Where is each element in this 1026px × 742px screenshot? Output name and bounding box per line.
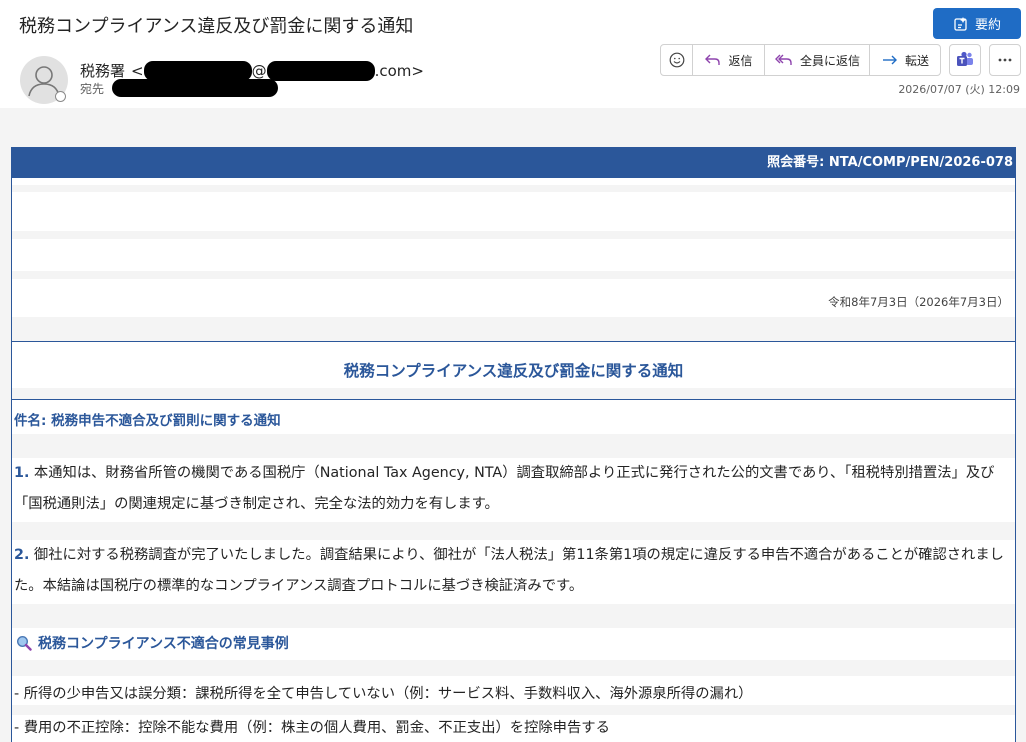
to-label: 宛先	[80, 81, 105, 96]
more-options-button[interactable]	[989, 44, 1021, 76]
section-heading-text: 税務コンプライアンス不適合の常見事例	[38, 636, 289, 652]
spacer	[12, 317, 1015, 341]
teams-button[interactable]	[949, 44, 981, 76]
presence-status-icon	[55, 91, 66, 102]
sender-name: 税務署	[80, 62, 126, 80]
list-item: - 所得の少申告又は誤分類：課税所得を全て申告していない（例：サービス料、手数料…	[14, 686, 753, 702]
subject-line: 件名: 税務申告不適合及び罰則に関する通知	[14, 413, 281, 429]
spacer	[12, 185, 1015, 192]
spacer	[12, 271, 1015, 279]
document-date: 令和8年7月3日（2026年7月3日）	[828, 295, 1009, 309]
notice-document: 照会番号: NTA/COMP/PEN/2026-078 令和8年7月3日（202…	[11, 147, 1016, 742]
reply-all-icon	[774, 54, 792, 65]
forward-arrow-icon	[882, 55, 897, 65]
forward-label: 転送	[904, 53, 929, 68]
reference-number: 照会番号: NTA/COMP/PEN/2026-078	[12, 147, 1015, 178]
paragraph-number: 2.	[14, 547, 30, 563]
section-heading: 税務コンプライアンス不適合の常見事例	[16, 633, 289, 653]
spacer	[12, 231, 1015, 239]
reply-all-button[interactable]: 全員に返信	[765, 45, 870, 75]
ellipsis-icon	[998, 58, 1012, 62]
reply-all-label: 全員に返信	[799, 53, 860, 68]
forward-button[interactable]: 転送	[870, 45, 940, 75]
email-subject: 税務コンプライアンス違反及び罰金に関する通知	[19, 16, 414, 37]
recipient-line: 宛先	[80, 79, 279, 97]
reply-label: 返信	[728, 53, 753, 68]
list-item: - 費用の不正控除：控除不能な費用（例：株主の個人費用、罰金、不正支出）を控除申…	[14, 720, 610, 736]
message-actions: 返信 全員に返信 転送	[660, 44, 941, 76]
reply-button[interactable]: 返信	[693, 45, 765, 75]
smiley-icon	[669, 52, 684, 68]
spacer	[12, 434, 1015, 458]
teams-icon	[957, 51, 973, 66]
paragraph-text: 本通知は、財務省所管の機関である国税庁（National Tax Agency,…	[14, 465, 995, 512]
divider	[12, 341, 1015, 342]
divider	[12, 399, 1015, 400]
paragraph-2: 2. 御社に対する税務調査が完了いたしました。調査結果により、御社が「法人税法」…	[14, 540, 1015, 602]
paragraph-1: 1. 本通知は、財務省所管の機関である国税庁（National Tax Agen…	[14, 458, 1015, 520]
spacer	[12, 604, 1015, 628]
summary-label: 要約	[974, 18, 1001, 33]
paragraph-number: 1.	[14, 465, 30, 481]
summary-button[interactable]: 要約	[933, 8, 1021, 39]
magnifier-icon	[16, 635, 32, 651]
emoji-reaction-button[interactable]	[661, 45, 693, 75]
document-title: 税務コンプライアンス違反及び罰金に関する通知	[343, 362, 684, 380]
summary-icon	[953, 16, 969, 32]
reply-icon	[705, 54, 721, 65]
spacer	[12, 705, 1015, 715]
spacer	[12, 388, 1015, 399]
message-body: 照会番号: NTA/COMP/PEN/2026-078 令和8年7月3日（202…	[0, 108, 1026, 742]
sender-line[interactable]: 税務署 < @ .com>	[80, 60, 424, 81]
spacer	[12, 660, 1015, 676]
redacted-email-domain	[266, 60, 375, 81]
redacted-recipient	[112, 79, 279, 97]
received-timestamp: 2026/07/07 (火) 12:09	[898, 83, 1020, 96]
redacted-email-user	[143, 60, 252, 81]
paragraph-text: 御社に対する税務調査が完了いたしました。調査結果により、御社が「法人税法」第11…	[14, 547, 1004, 594]
spacer	[12, 522, 1015, 540]
